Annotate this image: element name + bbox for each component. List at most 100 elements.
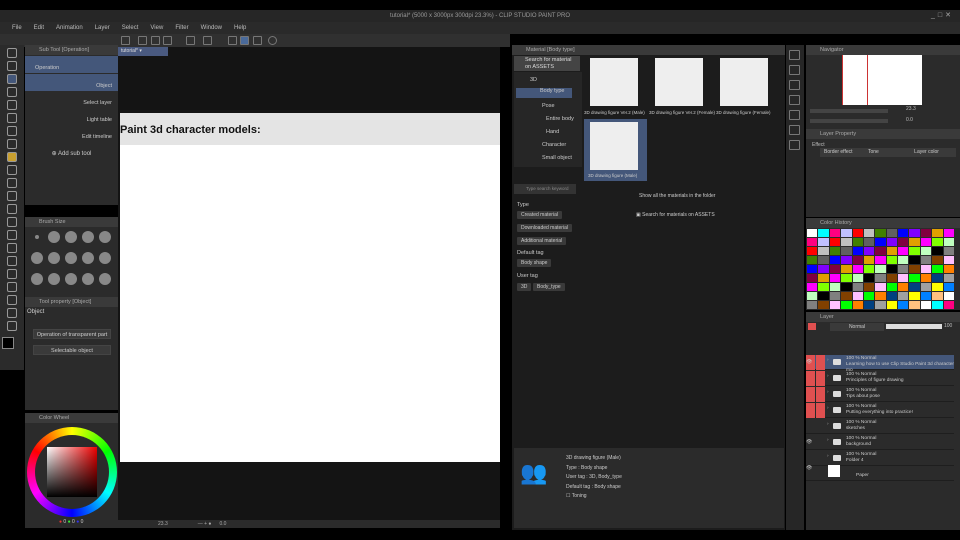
gradient-tool-icon[interactable] bbox=[7, 243, 17, 253]
tree-item-hand[interactable]: Hand bbox=[546, 129, 559, 135]
menu-view[interactable]: View bbox=[144, 22, 169, 34]
snap-grid-icon[interactable] bbox=[253, 36, 262, 45]
color-swatch[interactable] bbox=[932, 265, 943, 273]
search-icon[interactable] bbox=[789, 50, 800, 60]
color-swatch[interactable] bbox=[943, 274, 954, 282]
color-swatch[interactable] bbox=[807, 238, 818, 246]
color-swatch[interactable] bbox=[818, 247, 829, 255]
snap-special-ruler-icon[interactable] bbox=[240, 36, 249, 45]
brush-size-preset[interactable] bbox=[82, 273, 94, 285]
color-swatch[interactable] bbox=[909, 292, 920, 300]
tag-3d-chip[interactable]: 3D bbox=[517, 283, 532, 291]
selection-tool-icon[interactable] bbox=[7, 100, 17, 110]
color-swatch[interactable] bbox=[886, 301, 898, 309]
brush-size-preset[interactable] bbox=[82, 231, 94, 243]
color-swatch[interactable] bbox=[852, 256, 863, 264]
figure-female-thumb[interactable] bbox=[720, 58, 768, 106]
balloon-tool-icon[interactable] bbox=[7, 308, 17, 318]
color-swatch[interactable] bbox=[932, 283, 943, 291]
color-swatch[interactable] bbox=[886, 283, 898, 291]
color-swatch[interactable] bbox=[920, 283, 932, 291]
tree-item-pose[interactable]: Pose bbox=[542, 103, 555, 109]
add-sub-tool-button[interactable]: ⊕ Add sub tool bbox=[25, 150, 118, 157]
eyedropper-tool-icon[interactable] bbox=[7, 126, 17, 136]
color-swatch[interactable] bbox=[909, 238, 920, 246]
brush-size-preset[interactable] bbox=[65, 252, 77, 264]
color-swatch[interactable] bbox=[852, 238, 863, 246]
brush-size-preset[interactable] bbox=[99, 252, 111, 264]
color-swatch[interactable] bbox=[841, 247, 852, 255]
layer-color-marker[interactable] bbox=[816, 355, 825, 370]
panel-icon[interactable] bbox=[789, 65, 800, 75]
expand-chevron-icon[interactable]: › bbox=[827, 390, 829, 395]
menu-help[interactable]: Help bbox=[228, 22, 252, 34]
text-tool-icon[interactable] bbox=[7, 295, 17, 305]
pen-tool-icon[interactable] bbox=[7, 139, 17, 149]
visibility-eye-icon[interactable] bbox=[806, 387, 815, 402]
color-swatch[interactable] bbox=[875, 265, 886, 273]
color-swatch[interactable] bbox=[932, 229, 943, 237]
color-swatch[interactable] bbox=[932, 301, 943, 309]
sub-tool-operation[interactable]: Operation bbox=[25, 56, 118, 73]
record-icon[interactable] bbox=[268, 36, 277, 45]
color-swatch[interactable] bbox=[863, 274, 875, 282]
transparent-part-dropdown[interactable]: Operation of transparent part bbox=[33, 329, 111, 339]
visibility-eye-icon[interactable] bbox=[806, 403, 815, 418]
color-swatch[interactable] bbox=[875, 247, 886, 255]
color-swatch[interactable] bbox=[863, 229, 875, 237]
color-swatch[interactable] bbox=[807, 265, 818, 273]
brush-size-preset[interactable] bbox=[48, 231, 60, 243]
color-swatch[interactable] bbox=[943, 301, 954, 309]
sub-tool-object[interactable]: Object bbox=[25, 74, 118, 91]
brush-size-preset[interactable] bbox=[65, 273, 77, 285]
sub-tool-light-table[interactable]: Light table bbox=[25, 108, 118, 125]
rotation-slider[interactable] bbox=[810, 119, 888, 123]
brush-size-preset[interactable] bbox=[99, 231, 111, 243]
expand-chevron-icon[interactable]: › bbox=[827, 438, 829, 443]
visibility-eye-icon[interactable] bbox=[806, 419, 815, 434]
menu-file[interactable]: File bbox=[6, 22, 28, 34]
decoration-tool-icon[interactable] bbox=[7, 191, 17, 201]
panel-icon[interactable] bbox=[789, 95, 800, 105]
color-swatch[interactable] bbox=[920, 247, 932, 255]
menu-edit[interactable]: Edit bbox=[28, 22, 50, 34]
brush-size-preset[interactable] bbox=[35, 235, 39, 239]
color-swatch[interactable] bbox=[807, 274, 818, 282]
layer-color-swatch[interactable] bbox=[808, 323, 816, 330]
color-swatch[interactable] bbox=[829, 274, 841, 282]
color-swatch[interactable] bbox=[863, 238, 875, 246]
selectable-object-dropdown[interactable]: Selectable object bbox=[33, 345, 111, 355]
color-swatch[interactable] bbox=[852, 247, 863, 255]
color-swatch[interactable] bbox=[852, 265, 863, 273]
color-swatch[interactable] bbox=[875, 274, 886, 282]
color-swatch[interactable] bbox=[920, 274, 932, 282]
brush-tool-icon[interactable] bbox=[7, 165, 17, 175]
color-swatch[interactable] bbox=[841, 274, 852, 282]
expand-chevron-icon[interactable]: › bbox=[827, 406, 829, 411]
color-swatch[interactable] bbox=[943, 238, 954, 246]
color-swatch[interactable] bbox=[807, 292, 818, 300]
color-swatch[interactable] bbox=[807, 301, 818, 309]
tree-item-entire-body[interactable]: Entire body bbox=[546, 116, 574, 122]
main-color-swatch[interactable] bbox=[2, 337, 14, 349]
color-swatch[interactable] bbox=[943, 229, 954, 237]
color-swatch[interactable] bbox=[841, 229, 852, 237]
canvas-paper[interactable] bbox=[120, 113, 500, 462]
color-swatch[interactable] bbox=[875, 238, 886, 246]
opacity-value[interactable]: 100 bbox=[944, 323, 952, 329]
operation-tool-icon[interactable] bbox=[7, 74, 17, 84]
color-swatch[interactable] bbox=[818, 274, 829, 282]
layer-row-paper[interactable]: 👁 Paper bbox=[806, 463, 954, 481]
color-swatch[interactable] bbox=[852, 229, 863, 237]
color-swatch[interactable] bbox=[920, 292, 932, 300]
color-swatch[interactable] bbox=[909, 274, 920, 282]
color-swatch[interactable] bbox=[932, 256, 943, 264]
canvas-tab[interactable]: tutorial* ▾ bbox=[118, 47, 168, 56]
color-swatch[interactable] bbox=[932, 292, 943, 300]
clip-studio-icon[interactable] bbox=[121, 36, 130, 45]
clear-icon[interactable] bbox=[203, 36, 212, 45]
brush-size-preset[interactable] bbox=[31, 273, 43, 285]
pencil-tool-icon[interactable] bbox=[7, 152, 17, 162]
zoom-tool-icon[interactable] bbox=[7, 48, 17, 58]
color-swatch[interactable] bbox=[818, 256, 829, 264]
